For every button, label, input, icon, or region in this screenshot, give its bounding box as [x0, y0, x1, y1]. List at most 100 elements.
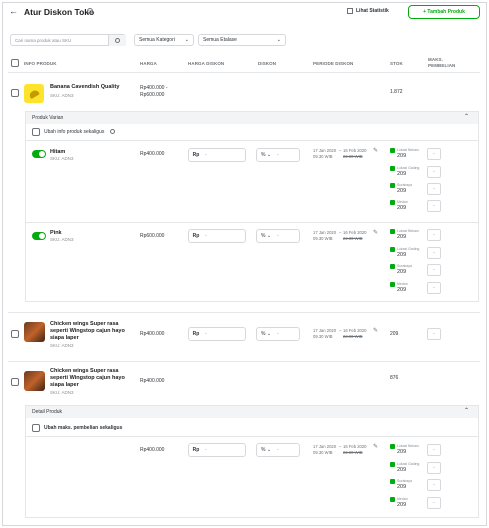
max-purchase-input[interactable]: -: [427, 166, 441, 178]
max-purchase-input[interactable]: -: [427, 497, 441, 509]
variant-divider: [26, 140, 478, 141]
warehouse-label: Lokasi Gading: [397, 247, 420, 251]
product-name: Chicken wings Super rasa seperti Wingsto…: [50, 368, 125, 388]
product-thumbnail: [24, 322, 45, 342]
product-name: Chicken wings Super rasa seperti Wingsto…: [50, 321, 125, 341]
discount-price-input[interactable]: Rp -: [188, 229, 246, 243]
warehouse-label: Lokasi Gading: [397, 166, 420, 170]
bulk-edit-checkbox[interactable]: [32, 424, 40, 432]
warehouse-stock: 209: [397, 467, 407, 473]
warehouse-stock: 209: [397, 449, 407, 455]
warehouse-checkbox[interactable]: [390, 479, 395, 484]
discount-price-input[interactable]: Rp -: [188, 443, 246, 457]
discount-percent-value: -: [277, 447, 279, 453]
rp-prefix: Rp: [192, 331, 200, 337]
pencil-icon[interactable]: ✎: [373, 327, 378, 334]
percent-prefix: % ⌄: [260, 152, 272, 158]
period-end: 16 Feb 2020 22.00 WIB: [343, 148, 367, 159]
max-purchase-input[interactable]: -: [427, 328, 441, 340]
col-info: INFO PRODUK: [24, 61, 57, 66]
variant-panel-title: Produk Varian: [32, 115, 64, 121]
chevron-up-icon[interactable]: ⌃: [464, 407, 469, 414]
col-price: HARGA: [140, 61, 157, 66]
variant-toggle[interactable]: [32, 232, 46, 240]
search-icon[interactable]: [108, 35, 126, 46]
product-price-range-max: Rp600.000: [140, 92, 165, 98]
period-separator: –: [339, 444, 342, 449]
add-product-button[interactable]: + Tambah Produk: [408, 5, 480, 19]
warehouse-checkbox[interactable]: [390, 200, 395, 205]
warehouse-checkbox[interactable]: [390, 183, 395, 188]
product-checkbox[interactable]: [11, 330, 19, 338]
warehouse-stock: 209: [397, 484, 407, 490]
row-divider: [8, 312, 480, 313]
warehouse-stock: 209: [397, 205, 407, 211]
discount-price-input[interactable]: Rp -: [188, 148, 246, 162]
info-circle-icon[interactable]: i: [87, 8, 93, 14]
back-icon[interactable]: ←: [9, 6, 18, 16]
bulk-edit-label: Ubah maks. pembelian sekaligus: [44, 425, 123, 431]
discount-price-input[interactable]: Rp -: [188, 327, 246, 341]
discount-percent-input[interactable]: % ⌄ -: [256, 443, 300, 457]
warehouse-checkbox[interactable]: [390, 247, 395, 252]
warehouse-checkbox[interactable]: [390, 444, 395, 449]
warehouse-label: Surabaya: [397, 183, 412, 187]
product-sku: SKU: ADN3: [50, 343, 74, 348]
max-purchase-input[interactable]: -: [427, 264, 441, 276]
warehouse-checkbox[interactable]: [390, 497, 395, 502]
max-purchase-input[interactable]: -: [427, 247, 441, 259]
max-purchase-input[interactable]: -: [427, 200, 441, 212]
warehouse-label: Medan: [397, 200, 408, 204]
category-select[interactable]: Semua Kategori ⌄: [134, 34, 194, 46]
discount-percent-input[interactable]: % ⌄ -: [256, 148, 300, 162]
detail-panel-title: Detail Produk: [32, 409, 63, 415]
pencil-icon[interactable]: ✎: [373, 443, 378, 450]
product-thumbnail: [24, 371, 45, 391]
warehouse-label: Lokasi Bekasi: [397, 444, 419, 448]
warehouse-checkbox[interactable]: [390, 166, 395, 171]
warehouse-checkbox[interactable]: [390, 229, 395, 234]
max-purchase-input[interactable]: -: [427, 479, 441, 491]
discount-percent-input[interactable]: % ⌄ -: [256, 229, 300, 243]
bulk-edit-checkbox[interactable]: [32, 128, 40, 136]
pencil-icon[interactable]: ✎: [373, 229, 378, 236]
category-value: Semua Kategori: [139, 37, 175, 43]
max-purchase-input[interactable]: -: [427, 282, 441, 294]
warehouse-checkbox[interactable]: [390, 148, 395, 153]
page-title: Atur Diskon Toko: [24, 7, 95, 17]
max-purchase-input[interactable]: -: [427, 462, 441, 474]
warehouse-checkbox[interactable]: [390, 462, 395, 467]
product-checkbox[interactable]: [11, 89, 19, 97]
variant-name: Hitam: [50, 149, 66, 155]
variant-price: Rp400.000: [140, 151, 165, 157]
warehouse-label: Medan: [397, 282, 408, 286]
chevron-up-icon[interactable]: ⌃: [464, 113, 469, 120]
discount-percent-input[interactable]: % ⌄ -: [256, 327, 300, 341]
product-stock: 876: [390, 375, 399, 381]
warehouse-label: Lokasi Gading: [397, 462, 420, 466]
period-start: 17 Jan 2020 09.30 WIB: [313, 328, 337, 339]
warehouse-stock: 209: [397, 188, 407, 194]
max-purchase-input[interactable]: -: [427, 444, 441, 456]
rp-prefix: Rp: [192, 233, 200, 239]
warehouse-label: Lokasi Bekasi: [397, 148, 419, 152]
max-purchase-input[interactable]: -: [427, 148, 441, 160]
product-sku: SKU: ADN3: [50, 93, 74, 98]
max-purchase-input[interactable]: -: [427, 183, 441, 195]
showcase-select[interactable]: Semua Etalase ⌄: [198, 34, 286, 46]
product-thumbnail: [24, 84, 44, 103]
period-separator: –: [339, 328, 342, 333]
warehouse-label: Surabaya: [397, 264, 412, 268]
pencil-icon[interactable]: ✎: [373, 147, 378, 154]
warehouse-checkbox[interactable]: [390, 264, 395, 269]
stats-link[interactable]: Lihat Statistik: [347, 8, 389, 14]
detail-divider: [26, 436, 478, 437]
variant-toggle[interactable]: [32, 150, 46, 158]
max-purchase-input[interactable]: -: [427, 229, 441, 241]
stats-label: Lihat Statistik: [356, 8, 389, 14]
warehouse-stock: 209: [397, 502, 407, 508]
col-stock: STOK: [390, 61, 403, 66]
product-checkbox[interactable]: [11, 378, 19, 386]
warehouse-checkbox[interactable]: [390, 282, 395, 287]
select-all-checkbox[interactable]: [11, 59, 19, 67]
